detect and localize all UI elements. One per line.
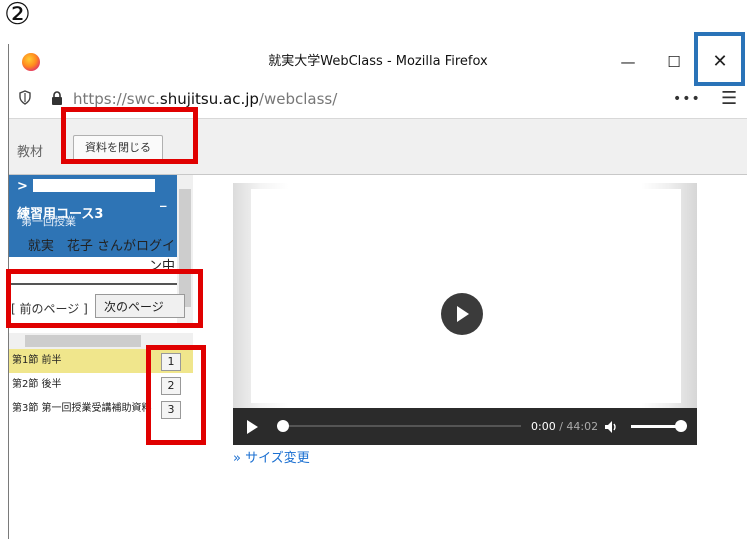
title-bar: 就実大学WebClass - Mozilla Firefox — ☐ ✕ <box>9 44 747 80</box>
resize-link[interactable]: » サイズ変更 <box>233 447 310 466</box>
play-overlay-icon[interactable] <box>441 293 483 335</box>
section-label: 第2節 後半 <box>12 379 62 390</box>
annotation-box-page-nav <box>6 269 203 328</box>
video-controls: 0:00 / 44:02 <box>233 408 697 445</box>
tab-material[interactable]: 教材 <box>17 141 43 160</box>
url-domain: shujitsu.ac.jp <box>159 90 259 108</box>
redaction-block <box>33 179 155 192</box>
horizontal-scroll-thumb[interactable] <box>25 335 141 347</box>
annotation-box-window-close <box>694 32 745 86</box>
lesson-title: 第一回授業 <box>21 215 76 228</box>
current-time: 0:00 <box>531 420 556 433</box>
time-display: 0:00 / 44:02 <box>531 408 598 445</box>
minimize-button[interactable]: — <box>605 44 651 80</box>
step-marker: ② <box>4 0 31 32</box>
duration: 44:02 <box>566 420 599 433</box>
volume-slider[interactable] <box>631 425 681 428</box>
video-player[interactable]: 0:00 / 44:02 <box>233 183 697 445</box>
annotation-box-close-material <box>61 107 198 164</box>
volume-icon[interactable] <box>603 419 619 435</box>
seek-bar[interactable] <box>289 425 521 427</box>
seek-handle[interactable] <box>277 420 289 432</box>
annotation-box-page-numbers <box>146 345 206 445</box>
play-icon[interactable] <box>247 420 258 434</box>
url-prefix: https://swc. <box>73 90 160 108</box>
shield-icon[interactable] <box>19 90 31 105</box>
firefox-logo-icon <box>22 53 40 71</box>
maximize-button[interactable]: ☐ <box>651 44 697 80</box>
section-label: 第3節 第一回授業受講補助資料 <box>12 403 152 414</box>
time-separator: / <box>555 420 567 433</box>
volume-handle[interactable] <box>675 420 687 432</box>
section-label: 第1節 前半 <box>12 355 62 366</box>
url-path: /webclass/ <box>258 90 338 108</box>
lock-icon[interactable] <box>51 91 63 105</box>
